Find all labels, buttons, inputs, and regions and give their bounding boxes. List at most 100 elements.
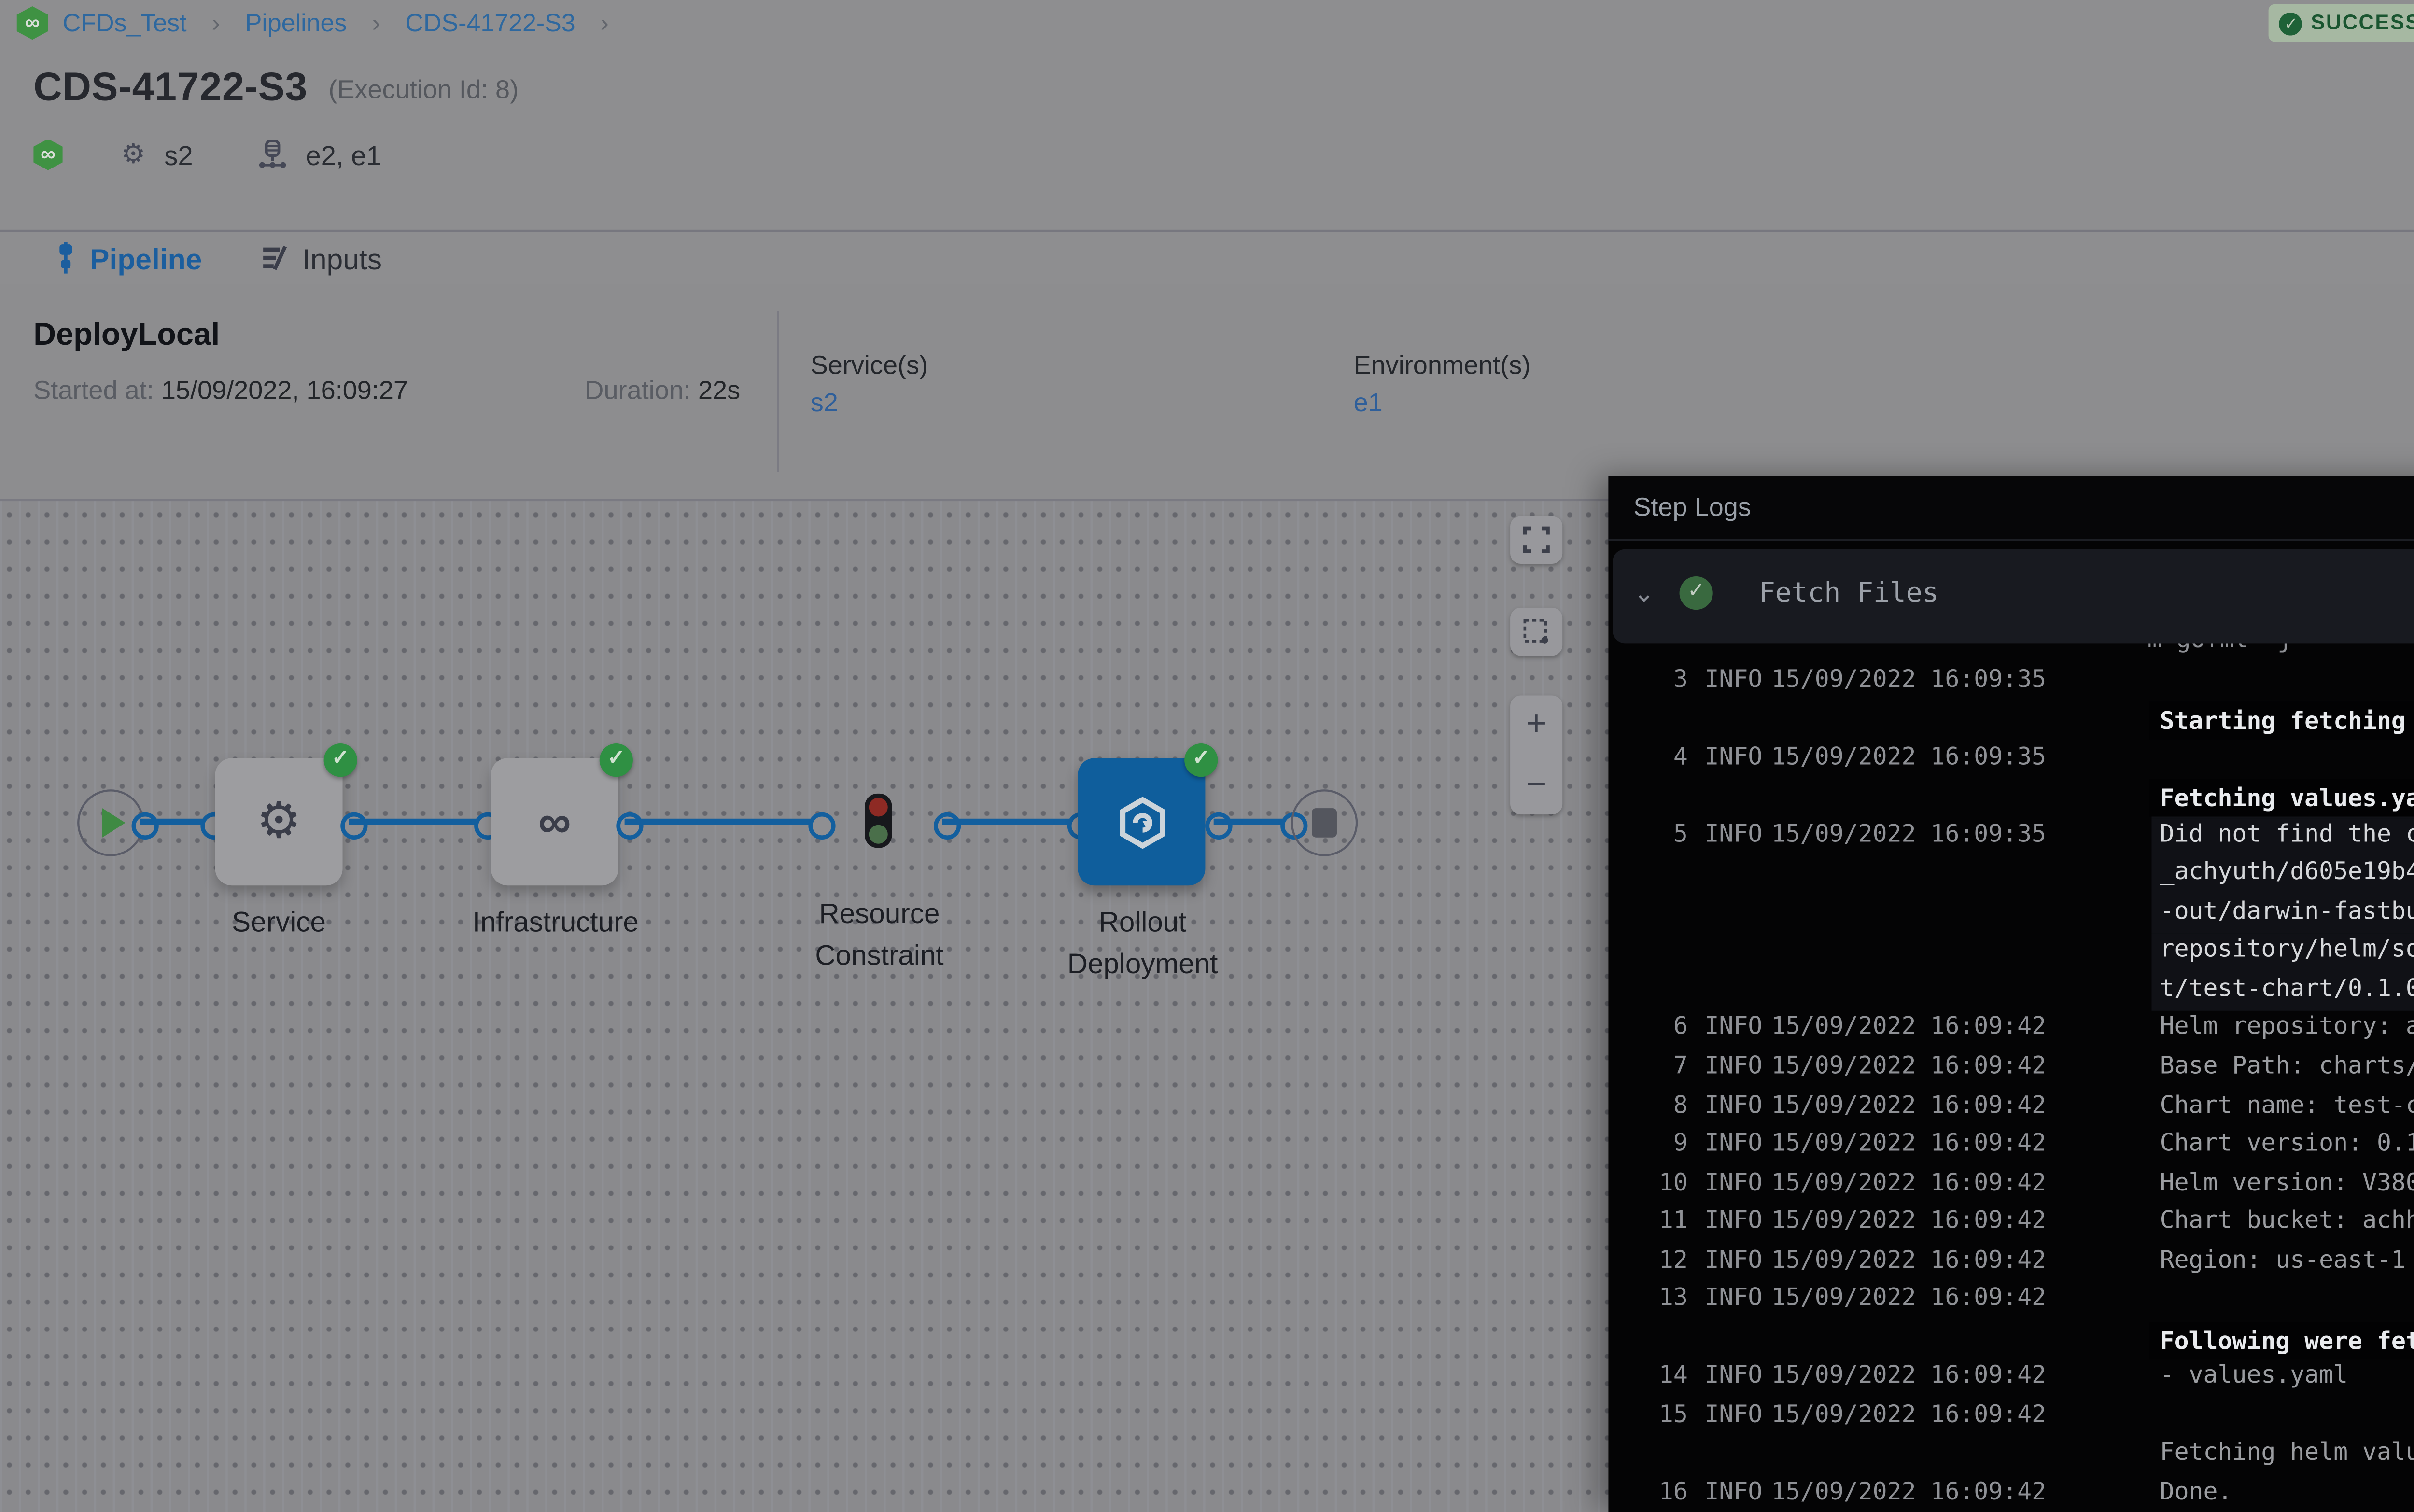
marquee-select-button[interactable]: [1510, 608, 1562, 656]
connector: [349, 819, 478, 825]
log-timestamp: 15/09/2022 16:09:42: [1771, 1399, 2046, 1428]
log-content[interactable]: m gofmt j3INFO15/09/2022 16:09:35Startin…: [1613, 643, 2414, 1512]
environment-icon: [260, 140, 287, 169]
log-timestamp: 15/09/2022 16:09:35: [1771, 663, 2046, 693]
log-message: - values.yaml: [2160, 1360, 2348, 1390]
traffic-green-icon: [869, 825, 888, 844]
chevron-down-icon[interactable]: ⌄: [1633, 578, 1655, 608]
zoom-out-button[interactable]: −: [1526, 770, 1547, 799]
log-level: INFO: [1704, 1167, 1762, 1196]
node-infrastructure[interactable]: ∞ ✓: [491, 758, 618, 885]
log-level: INFO: [1704, 1399, 1762, 1428]
link-endpoint: [132, 812, 159, 840]
log-level: INFO: [1704, 1205, 1762, 1235]
pipeline-icon: [54, 242, 77, 274]
connector: [625, 819, 813, 825]
log-timestamp: 15/09/2022 16:09:42: [1771, 1205, 2046, 1235]
log-message: Did not find the chart and version in lo…: [2160, 818, 2414, 848]
log-timestamp: 15/09/2022 16:09:42: [1771, 1050, 2046, 1080]
log-timestamp: 15/09/2022 16:09:42: [1771, 1283, 2046, 1312]
log-line-number: 11: [1642, 1205, 1688, 1235]
started-at-value: 15/09/2022, 16:09:27: [161, 376, 408, 406]
log-step-header[interactable]: ⌄ ✓ Fetch Files ↑ ↓ 9s: [1613, 549, 2414, 644]
harness-execution-page: ∞ CFDs_Test › Pipelines › CDS-41722-S3 ›…: [0, 0, 2414, 1512]
log-row: t/test-chart/0.1.0: [1613, 973, 2414, 1012]
log-line-number: 14: [1642, 1360, 1688, 1390]
log-line-number: 13: [1642, 1283, 1688, 1312]
log-line-number: 7: [1642, 1050, 1688, 1080]
environments-value[interactable]: e1: [1354, 389, 1383, 418]
rollout-icon: [1114, 795, 1168, 849]
log-line-number: 3: [1642, 663, 1688, 693]
log-row: 16INFO15/09/2022 16:09:42Done.: [1613, 1477, 2414, 1512]
log-level: INFO: [1704, 663, 1762, 693]
success-check-icon: ✓: [1184, 743, 1218, 777]
log-row: 11 INFO 15/09/2022 16:09:42 Chart bucket: a…: [1613, 1205, 2414, 1244]
breadcrumb-pipelines[interactable]: Pipelines: [245, 8, 347, 38]
service-chip[interactable]: s2: [164, 139, 193, 170]
log-line-number: 16: [1642, 1477, 1688, 1506]
log-timestamp: 15/09/2022 16:09:42: [1771, 1012, 2046, 1041]
log-message: Chart bucket: achhelmbucket: [2160, 1205, 2414, 1235]
tab-pipeline[interactable]: Pipeline: [54, 232, 202, 284]
log-level: INFO: [1704, 1283, 1762, 1312]
log-line-number: 8: [1642, 1089, 1688, 1119]
stage-divider: [777, 311, 779, 472]
log-message: Fetching helm values completed successfu…: [2160, 1438, 2414, 1467]
log-row: 9INFO15/09/2022 16:09:42Chart version: 0…: [1613, 1128, 2414, 1166]
connector: [1214, 819, 1289, 825]
log-message: Chart name: test-chart: [2160, 1089, 2414, 1119]
log-row: Fetching helm values completed successfu…: [1613, 1438, 2414, 1476]
log-level: INFO: [1704, 1244, 1762, 1274]
page-header: ∞ CFDs_Test › Pipelines › CDS-41722-S3 ›…: [0, 0, 2414, 230]
breadcrumb-pipeline-name[interactable]: CDS-41722-S3: [406, 8, 575, 38]
log-message: repository/helm/source/93602db7-89f2-317…: [2160, 934, 2414, 964]
log-row: Fetching values.yaml from helm chart rep…: [1613, 779, 2414, 818]
status-check-icon: ✓: [2280, 12, 2303, 35]
connector: [942, 819, 1071, 825]
tab-inputs[interactable]: Inputs: [260, 232, 382, 284]
breadcrumb-separator: ›: [372, 8, 380, 38]
log-line-number: 5: [1642, 818, 1688, 848]
stop-icon: [1312, 808, 1337, 838]
log-line-number: 9: [1642, 1128, 1688, 1157]
node-label-resource-constraint: ResourceConstraint: [786, 894, 973, 978]
services-value[interactable]: s2: [811, 389, 838, 418]
cd-module-icon: ∞: [33, 139, 63, 170]
log-row: 14INFO15/09/2022 16:09:42- values.yaml: [1613, 1360, 2414, 1399]
log-row: 6INFO15/09/2022 16:09:42Helm repository:…: [1613, 1012, 2414, 1050]
link-endpoint: [934, 812, 961, 840]
log-message: Following were fetched successfully :: [2149, 1322, 2414, 1359]
zoom-in-button[interactable]: +: [1526, 711, 1547, 740]
step-logs-drawer: Step Logs Console View ⌄ ✓ Fetch Files ↑…: [1608, 476, 2414, 1512]
log-line-number: 6: [1642, 1012, 1688, 1041]
breadcrumb-project[interactable]: CFDs_Test: [63, 8, 187, 38]
services-label: Service(s): [811, 351, 928, 380]
environment-chip[interactable]: e2, e1: [306, 139, 381, 170]
node-rollout-deployment[interactable]: ✓: [1078, 758, 1205, 885]
fit-to-screen-button[interactable]: [1510, 516, 1562, 564]
link-endpoint: [1205, 812, 1232, 840]
log-message: Chart version: 0.1.0: [2160, 1128, 2414, 1157]
traffic-red-icon: [869, 798, 888, 817]
service-gear-icon: ⚙: [121, 138, 145, 171]
play-icon: [102, 808, 126, 838]
node-resource-constraint[interactable]: [865, 794, 892, 848]
log-level: INFO: [1704, 1012, 1762, 1041]
infrastructure-icon: ∞: [538, 795, 571, 849]
log-row: m gofmt j: [1613, 643, 2414, 663]
log-timestamp: 15/09/2022 16:09:42: [1771, 1089, 2046, 1119]
step-success-icon: ✓: [1680, 576, 1713, 610]
log-message: Done.: [2160, 1477, 2232, 1506]
log-row: 7INFO15/09/2022 16:09:42Base Path: chart…: [1613, 1050, 2414, 1089]
node-service[interactable]: ⚙ ✓: [215, 758, 343, 885]
node-label-infrastructure: Infrastructure: [463, 902, 647, 944]
log-timestamp: 15/09/2022 16:09:35: [1771, 741, 2046, 770]
pipeline-end-node[interactable]: [1291, 789, 1358, 856]
zoom-controls: + −: [1510, 696, 1562, 815]
log-message: Helm version: V380: [2160, 1167, 2414, 1196]
log-line-number: 10: [1642, 1167, 1688, 1196]
page-title: CDS-41722-S3: [33, 67, 308, 112]
harness-cd-logo-icon: ∞: [17, 6, 48, 40]
link-endpoint: [616, 812, 643, 840]
